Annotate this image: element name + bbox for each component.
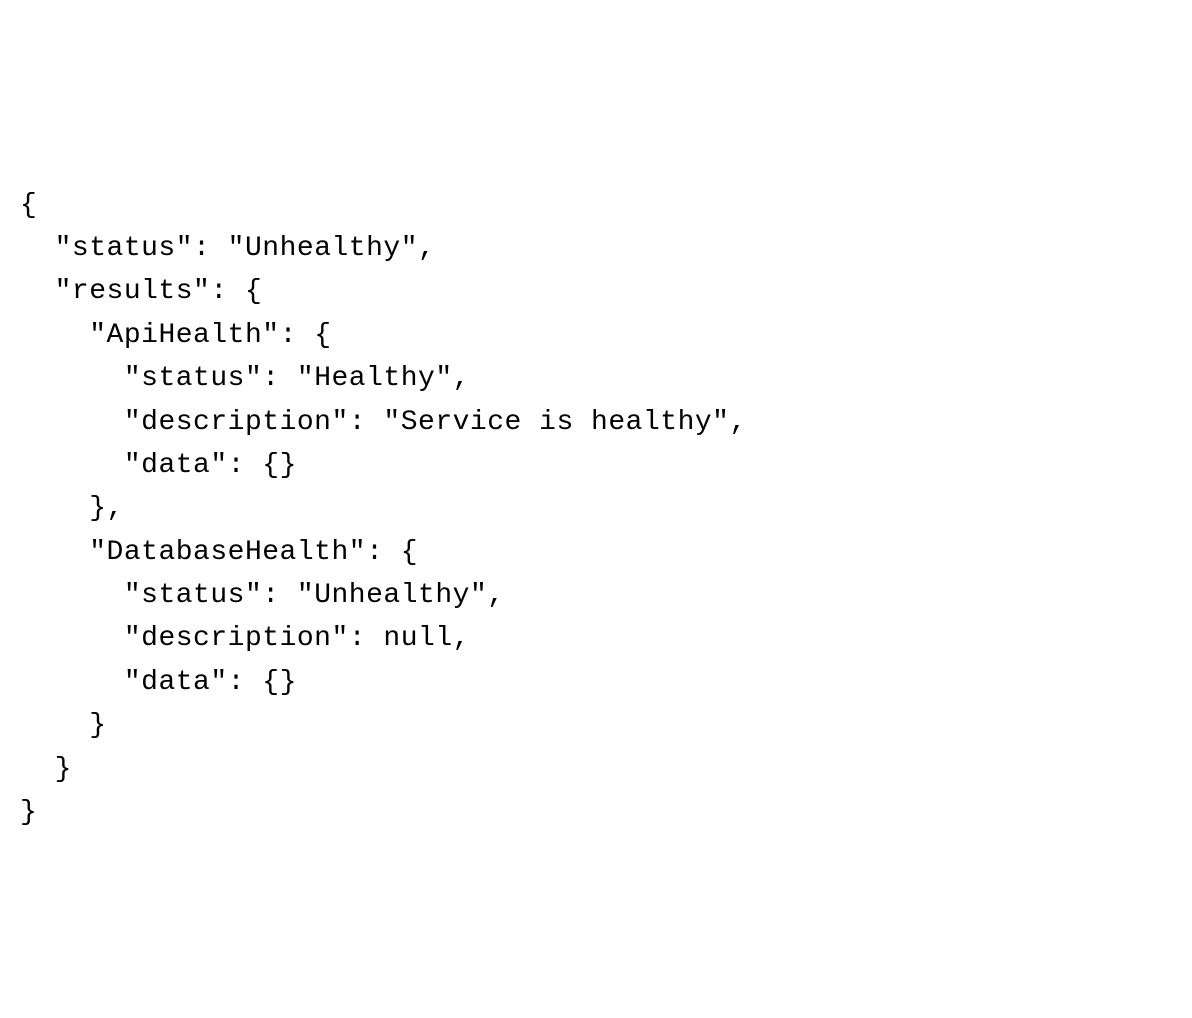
close-brace-comma: }, bbox=[89, 493, 124, 524]
value-api-description: Service is healthy bbox=[401, 407, 712, 438]
close-brace: } bbox=[89, 710, 106, 741]
key-description: description bbox=[141, 407, 331, 438]
quote: " bbox=[228, 233, 245, 264]
open-brace: { bbox=[245, 276, 262, 307]
quote: " bbox=[245, 580, 262, 611]
quote: " bbox=[331, 407, 348, 438]
quote: " bbox=[55, 276, 72, 307]
close-brace: } bbox=[20, 797, 37, 828]
quote: " bbox=[124, 623, 141, 654]
quote: " bbox=[331, 623, 348, 654]
quote: " bbox=[124, 667, 141, 698]
key-databasehealth: DatabaseHealth bbox=[107, 537, 349, 568]
quote: " bbox=[193, 276, 210, 307]
key-apihealth: ApiHealth bbox=[107, 320, 263, 351]
key-results: results bbox=[72, 276, 193, 307]
key-data: data bbox=[141, 450, 210, 481]
quote: " bbox=[297, 363, 314, 394]
json-code-block: { "status": "Unhealthy", "results": { "A… bbox=[20, 190, 747, 828]
quote: " bbox=[124, 407, 141, 438]
key-data: data bbox=[141, 667, 210, 698]
open-brace: { bbox=[401, 537, 418, 568]
quote: " bbox=[262, 320, 279, 351]
quote: " bbox=[245, 363, 262, 394]
quote: " bbox=[124, 580, 141, 611]
open-brace: { bbox=[20, 190, 37, 221]
value-api-status: Healthy bbox=[314, 363, 435, 394]
value-empty-object: {} bbox=[262, 667, 297, 698]
quote: " bbox=[210, 450, 227, 481]
close-brace: } bbox=[55, 754, 72, 785]
quote: " bbox=[470, 580, 487, 611]
quote: " bbox=[55, 233, 72, 264]
quote: " bbox=[297, 580, 314, 611]
quote: " bbox=[349, 537, 366, 568]
quote: " bbox=[401, 233, 418, 264]
value-status: Unhealthy bbox=[245, 233, 401, 264]
quote: " bbox=[89, 537, 106, 568]
value-null: null bbox=[383, 623, 452, 654]
quote: " bbox=[712, 407, 729, 438]
key-status: status bbox=[141, 363, 245, 394]
quote: " bbox=[435, 363, 452, 394]
key-status: status bbox=[141, 580, 245, 611]
quote: " bbox=[210, 667, 227, 698]
quote: " bbox=[124, 450, 141, 481]
quote: " bbox=[124, 363, 141, 394]
key-description: description bbox=[141, 623, 331, 654]
quote: " bbox=[383, 407, 400, 438]
quote: " bbox=[176, 233, 193, 264]
value-db-status: Unhealthy bbox=[314, 580, 470, 611]
key-status: status bbox=[72, 233, 176, 264]
open-brace: { bbox=[314, 320, 331, 351]
value-empty-object: {} bbox=[262, 450, 297, 481]
quote: " bbox=[89, 320, 106, 351]
